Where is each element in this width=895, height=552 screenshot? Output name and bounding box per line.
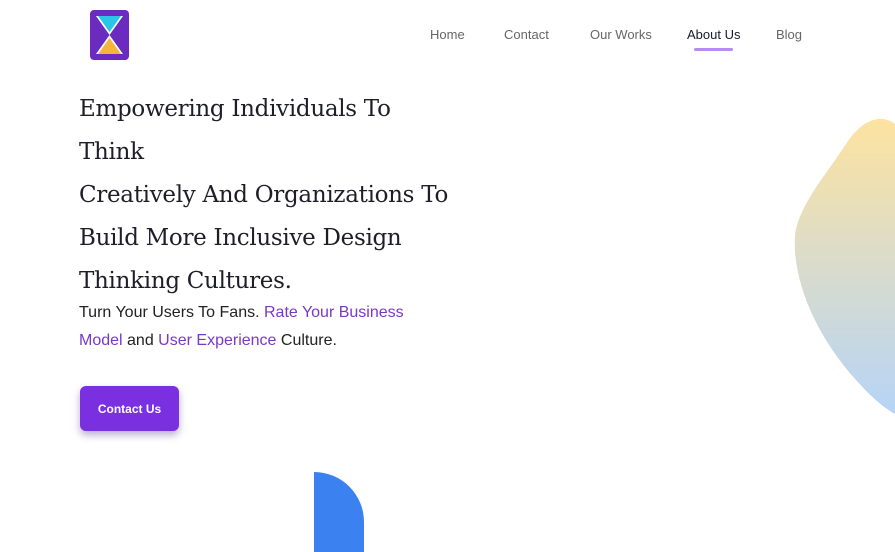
nav-blog[interactable]: Blog	[776, 27, 802, 42]
headline-line: Creatively And Organizations To	[79, 182, 448, 208]
subtext-part: Turn Your Users To Fans.	[79, 304, 264, 321]
nav-contact[interactable]: Contact	[504, 27, 549, 42]
gradient-blob	[794, 118, 895, 414]
contact-us-button[interactable]: Contact Us	[80, 386, 179, 431]
subtext-part: and	[122, 332, 159, 349]
headline-line: Build More Inclusive Design	[79, 225, 402, 251]
hero-subtext: Turn Your Users To Fans. Rate Your Busin…	[79, 299, 419, 355]
headline-line: Empowering Individuals To Think	[79, 96, 391, 165]
subtext-highlight: User Experience	[158, 332, 277, 349]
main-nav: Home Contact Our Works About Us Blog	[0, 27, 895, 57]
nav-about-us[interactable]: About Us	[687, 27, 740, 51]
headline-line: Thinking Cultures.	[79, 268, 292, 294]
subtext-part: Culture.	[276, 332, 337, 349]
nav-home[interactable]: Home	[430, 27, 465, 42]
blue-half-circle	[314, 472, 364, 552]
hero-headline: Empowering Individuals To Think Creative…	[79, 88, 459, 303]
nav-our-works[interactable]: Our Works	[590, 27, 652, 42]
